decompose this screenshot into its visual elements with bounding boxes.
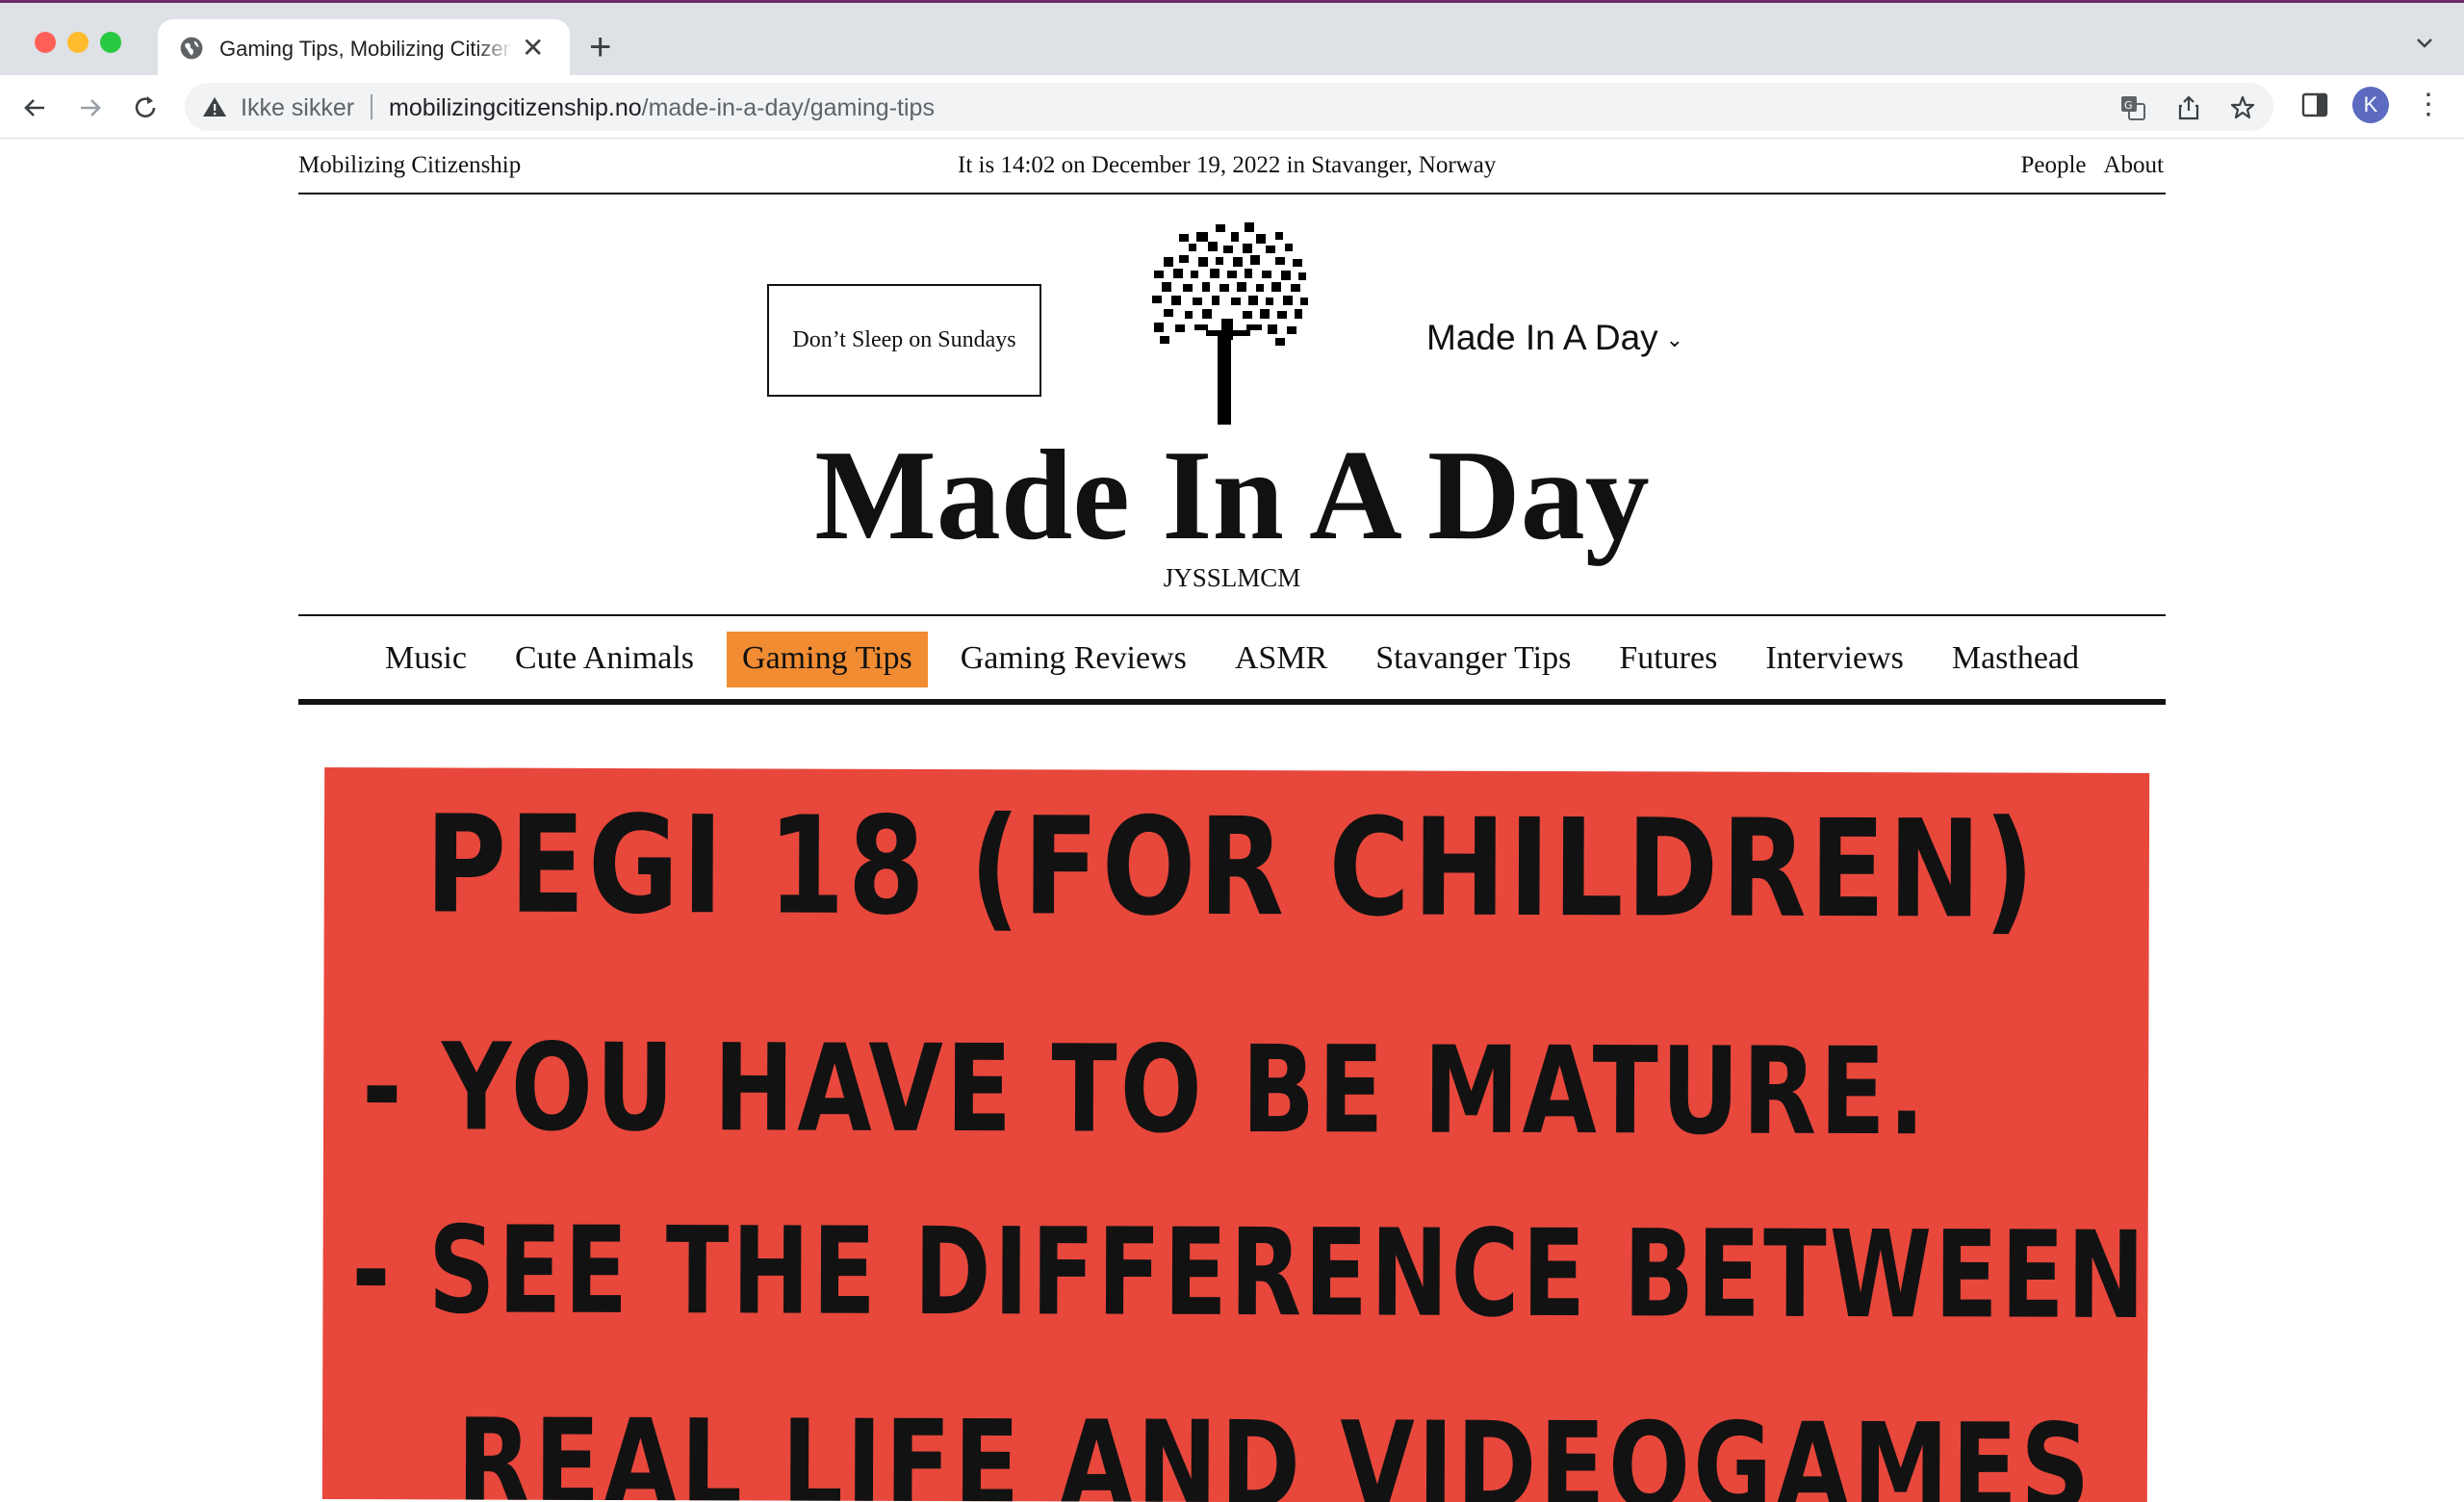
web-page: Mobilizing Citizenship It is 14:02 on De… — [0, 139, 2464, 1502]
browser-tab-strip: Gaming Tips, Mobilizing Citizenship ✕ + — [0, 0, 2464, 78]
page-title: Made In A Day — [814, 424, 1650, 566]
tab-title: Gaming Tips, Mobilizing Citizenship — [219, 37, 510, 61]
top-links: People About — [2003, 152, 2164, 179]
nav-item-music[interactable]: Music — [370, 632, 482, 687]
nav-item-cute-animals[interactable]: Cute Animals — [500, 632, 709, 687]
nav-item-stavanger-tips[interactable]: Stavanger Tips — [1360, 632, 1586, 687]
nav-item-futures[interactable]: Futures — [1604, 632, 1732, 687]
dont-sleep-on-sundays-button[interactable]: Don’t Sleep on Sundays — [767, 284, 1041, 397]
handwritten-note-image: PEGI 18 (FOR CHILDREN) - YOU HAVE TO BE … — [321, 767, 2150, 1502]
url-host: mobilizingcitizenship.no — [389, 94, 642, 121]
tab-title-fade — [475, 33, 514, 65]
note-line-1: - YOU HAVE TO BE MATURE. — [361, 1018, 1929, 1163]
window-close-button[interactable] — [35, 32, 56, 53]
nav-item-gaming-reviews[interactable]: Gaming Reviews — [945, 632, 1202, 687]
nav-item-asmr[interactable]: ASMR — [1219, 632, 1343, 687]
note-line-3: REAL LIFE AND VIDEOGAMES — [456, 1393, 2093, 1502]
warning-icon[interactable] — [202, 95, 227, 118]
page-subtitle: JYSSLMCM — [1163, 563, 1301, 592]
section-selector-label: Made In A Day — [1426, 318, 1658, 357]
site-name-link[interactable]: Mobilizing Citizenship — [298, 152, 521, 179]
date-location-text: It is 14:02 on December 19, 2022 in Stav… — [958, 152, 1497, 178]
bookmark-star-icon[interactable] — [2229, 94, 2256, 121]
window-zoom-button[interactable] — [100, 32, 121, 53]
translate-icon[interactable]: G — [2119, 94, 2146, 121]
globe-icon — [180, 37, 203, 60]
url-text[interactable]: mobilizingcitizenship.no/made-in-a-day/g… — [389, 94, 935, 122]
note-line-heading: PEGI 18 (FOR CHILDREN) — [424, 787, 2039, 949]
browser-tab-active[interactable]: Gaming Tips, Mobilizing Citizenship ✕ — [158, 19, 570, 78]
pixel-tree-logo — [1152, 222, 1308, 425]
side-panel-icon[interactable] — [2300, 91, 2329, 119]
section-selector-dropdown[interactable]: Made In A Day ⌄ — [1426, 318, 1683, 358]
title-divider — [298, 614, 2166, 616]
header-divider — [298, 193, 2166, 194]
chevron-down-icon[interactable] — [2414, 32, 2435, 53]
nav-divider — [298, 699, 2166, 705]
note-line-2: - SEE THE DIFFERENCE BETWEEN — [351, 1201, 2148, 1346]
address-bar[interactable]: Ikke sikker mobilizingcitizenship.no/mad… — [185, 83, 2273, 131]
close-tab-icon[interactable]: ✕ — [522, 33, 544, 64]
forward-arrow-icon[interactable] — [75, 92, 106, 123]
window-minimize-button[interactable] — [67, 32, 89, 53]
section-nav: Music Cute Animals Gaming Tips Gaming Re… — [298, 632, 2166, 687]
back-arrow-icon[interactable] — [19, 92, 50, 123]
nav-item-masthead[interactable]: Masthead — [1937, 632, 2094, 687]
chevron-down-icon: ⌄ — [1665, 327, 1684, 352]
about-link[interactable]: About — [2104, 152, 2165, 178]
nav-item-interviews[interactable]: Interviews — [1750, 632, 1919, 687]
reload-icon[interactable] — [130, 92, 161, 123]
browser-menu-icon[interactable]: ⋮ — [2414, 91, 2443, 119]
address-separator — [371, 94, 372, 119]
people-link[interactable]: People — [2020, 152, 2086, 178]
new-tab-button[interactable]: + — [589, 28, 611, 66]
share-icon[interactable] — [2175, 94, 2202, 121]
svg-text:G: G — [2124, 99, 2133, 112]
profile-avatar[interactable]: K — [2352, 87, 2389, 123]
browser-toolbar: Ikke sikker mobilizingcitizenship.no/mad… — [0, 75, 2464, 139]
url-path: /made-in-a-day/gaming-tips — [641, 94, 935, 121]
nav-item-gaming-tips[interactable]: Gaming Tips — [727, 632, 928, 687]
security-label[interactable]: Ikke sikker — [241, 94, 354, 122]
